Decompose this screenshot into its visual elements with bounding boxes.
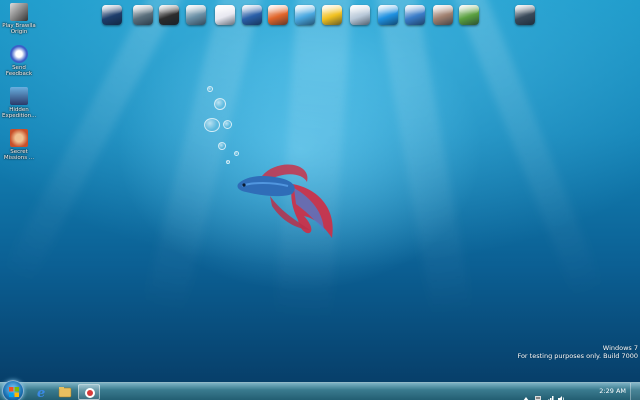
desktop-icon-label: Secret Missions ... <box>3 149 35 161</box>
light-ray <box>370 0 473 319</box>
svg-text:e: e <box>37 386 45 400</box>
secret-missions-icon <box>10 129 28 147</box>
bubble <box>226 160 230 164</box>
icon-gloss <box>295 5 315 14</box>
icon-gloss <box>215 5 235 14</box>
desktop: Play Brawlla Origin Send Feedback Hidden… <box>0 0 640 382</box>
start-button[interactable] <box>2 380 24 400</box>
light-ray <box>441 0 604 300</box>
hidden-expedition-icon <box>10 87 28 105</box>
dock-item-editor[interactable] <box>348 3 372 27</box>
bubble <box>218 142 226 150</box>
desktop-icon-label: Play Brawlla Origin <box>2 23 36 35</box>
build-watermark: Windows 7 For testing purposes only. Bui… <box>517 344 638 360</box>
icon-gloss <box>159 5 179 14</box>
bubble <box>204 118 220 132</box>
desktop-icon-play-brawlla[interactable]: Play Brawlla Origin <box>2 3 36 35</box>
icon-gloss <box>515 5 535 14</box>
icon-gloss <box>459 5 479 14</box>
icon-gloss <box>350 5 370 14</box>
game-icon <box>10 3 28 21</box>
dock-item-media-player[interactable] <box>157 3 181 27</box>
dock-item-pictures[interactable] <box>184 3 208 27</box>
dock-item-search[interactable] <box>240 3 264 27</box>
dock-item-recycle[interactable] <box>457 3 481 27</box>
dock-item-computer[interactable] <box>100 3 124 27</box>
volume-icon[interactable] <box>558 388 566 400</box>
system-tray: 2:29 AM <box>520 383 640 400</box>
show-hidden-icons-icon[interactable] <box>522 388 530 400</box>
icon-gloss <box>378 5 398 14</box>
desktop-icon-hidden-expedition[interactable]: Hidden Expedition... <box>2 87 36 119</box>
taskbar-explorer[interactable] <box>54 384 76 400</box>
network-signal-icon[interactable] <box>546 388 554 400</box>
icon-gloss <box>242 5 262 14</box>
bubble <box>223 120 232 129</box>
media-app-icon <box>85 388 95 398</box>
dock-item-twitter-bird[interactable] <box>293 3 317 27</box>
feedback-icon <box>10 45 28 63</box>
taskbar: e 2:29 AM <box>0 380 640 400</box>
bubble <box>234 151 239 156</box>
taskbar-internet-explorer[interactable]: e <box>30 384 52 400</box>
desktop-icon-label: Send Feedback <box>5 65 33 77</box>
betta-fish-image <box>237 164 333 238</box>
bubble <box>214 98 226 110</box>
windows-logo-icon <box>9 387 19 397</box>
icon-gloss <box>322 5 342 14</box>
icon-gloss <box>133 5 153 14</box>
icon-gloss <box>405 5 425 14</box>
desktop-icon-label: Hidden Expedition... <box>2 107 37 119</box>
action-center-icon[interactable] <box>534 388 542 400</box>
dock-item-documents[interactable] <box>131 3 155 27</box>
dock-item-recycle-bin[interactable] <box>513 3 537 27</box>
taskbar-media-app[interactable] <box>78 384 100 400</box>
watermark-title: Windows 7 <box>602 344 638 352</box>
bubble <box>207 86 213 92</box>
desktop-icon-secret-missions[interactable]: Secret Missions ... <box>2 129 36 161</box>
explorer-folder-icon <box>58 387 72 398</box>
icon-gloss <box>433 5 453 14</box>
desktop-icon-send-feedback[interactable]: Send Feedback <box>2 45 36 77</box>
clock[interactable]: 2:29 AM <box>599 387 626 395</box>
icon-gloss <box>268 5 288 14</box>
icon-dock <box>100 3 550 29</box>
icon-gloss <box>186 5 206 14</box>
dock-item-face[interactable] <box>431 3 455 27</box>
dock-item-firefox[interactable] <box>266 3 290 27</box>
internet-explorer-icon: e <box>37 386 45 400</box>
show-desktop-button[interactable] <box>630 383 640 400</box>
dock-item-swirl[interactable] <box>403 3 427 27</box>
icon-gloss <box>102 5 122 14</box>
watermark-build: For testing purposes only. Build 7000 <box>517 352 638 360</box>
dock-item-notes[interactable] <box>320 3 344 27</box>
dock-item-skype[interactable] <box>376 3 400 27</box>
dock-item-network[interactable] <box>213 3 237 27</box>
